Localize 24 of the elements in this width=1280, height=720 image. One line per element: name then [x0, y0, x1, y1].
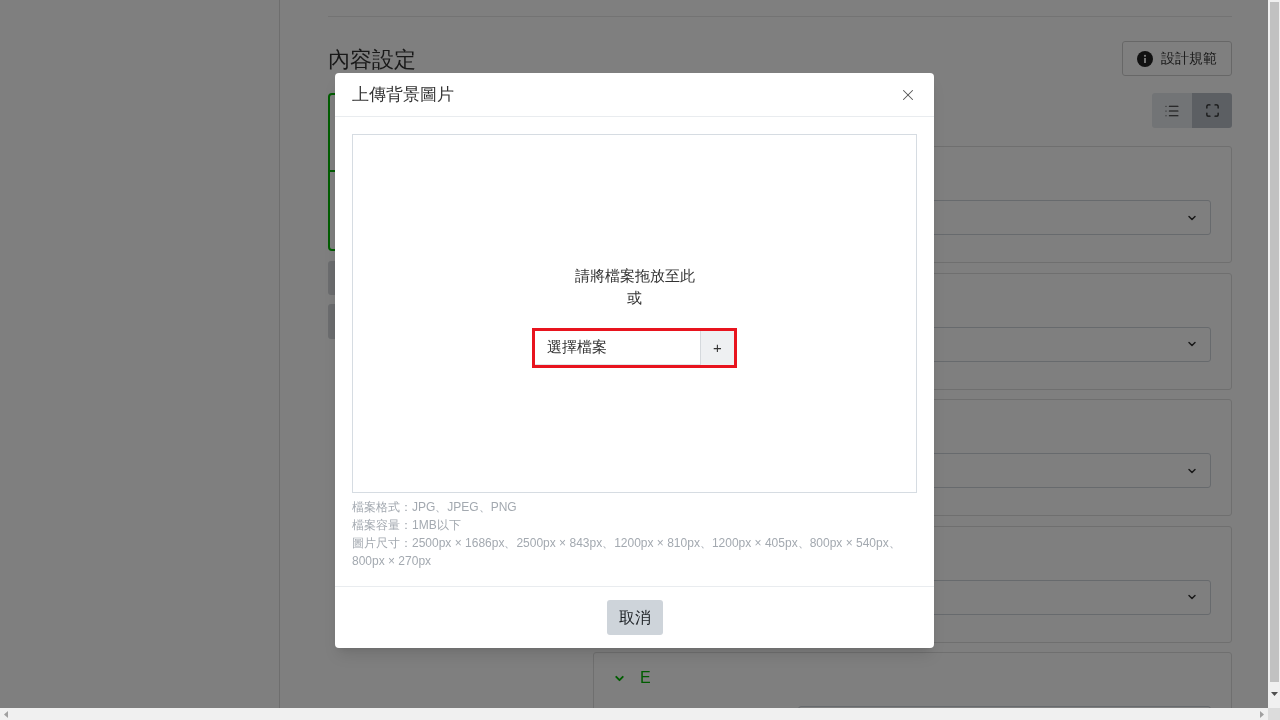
file-requirement-text: 檔案格式：JPG、JPEG、PNG: [352, 499, 518, 516]
cancel-button[interactable]: 取消: [606, 600, 663, 635]
file-requirement-text: 圖片尺寸：2500px × 1686px、2500px × 843px、1200px × 810px、1200px × 405px、800px × 540px、800px × 270px: [352, 535, 902, 570]
right-arrow-icon[interactable]: [1260, 710, 1264, 718]
dialog-title: 上傳背景圖片: [352, 83, 454, 106]
file-picker[interactable]: 選擇檔案 +: [532, 328, 737, 368]
info-icon: [1137, 50, 1153, 67]
section-heading: 內容設定: [328, 46, 416, 74]
view-toggle-button[interactable]: [1152, 93, 1192, 128]
down-arrow-icon[interactable]: [1270, 692, 1278, 696]
add-file-button[interactable]: +: [700, 331, 734, 365]
section-title: E: [640, 668, 651, 688]
scrollbar-thumb[interactable]: [1269, 2, 1279, 682]
dropzone[interactable]: 請將檔案拖放至此 或 選擇檔案 +: [352, 134, 917, 493]
fullscreen-icon: [1204, 103, 1220, 118]
horizontal-scrollbar[interactable]: [0, 708, 1268, 720]
vertical-scrollbar[interactable]: [1268, 0, 1280, 708]
or-text: 或: [627, 288, 642, 308]
scrollbar-corner: [1268, 708, 1280, 720]
left-arrow-icon[interactable]: [4, 710, 8, 718]
view-toggle-button[interactable]: [1192, 93, 1232, 128]
file-requirement-text: 檔案容量：1MB以下: [352, 517, 462, 534]
design-guide-button[interactable]: 設計規範: [1122, 41, 1232, 76]
drop-prompt: 請將檔案拖放至此: [574, 266, 695, 286]
